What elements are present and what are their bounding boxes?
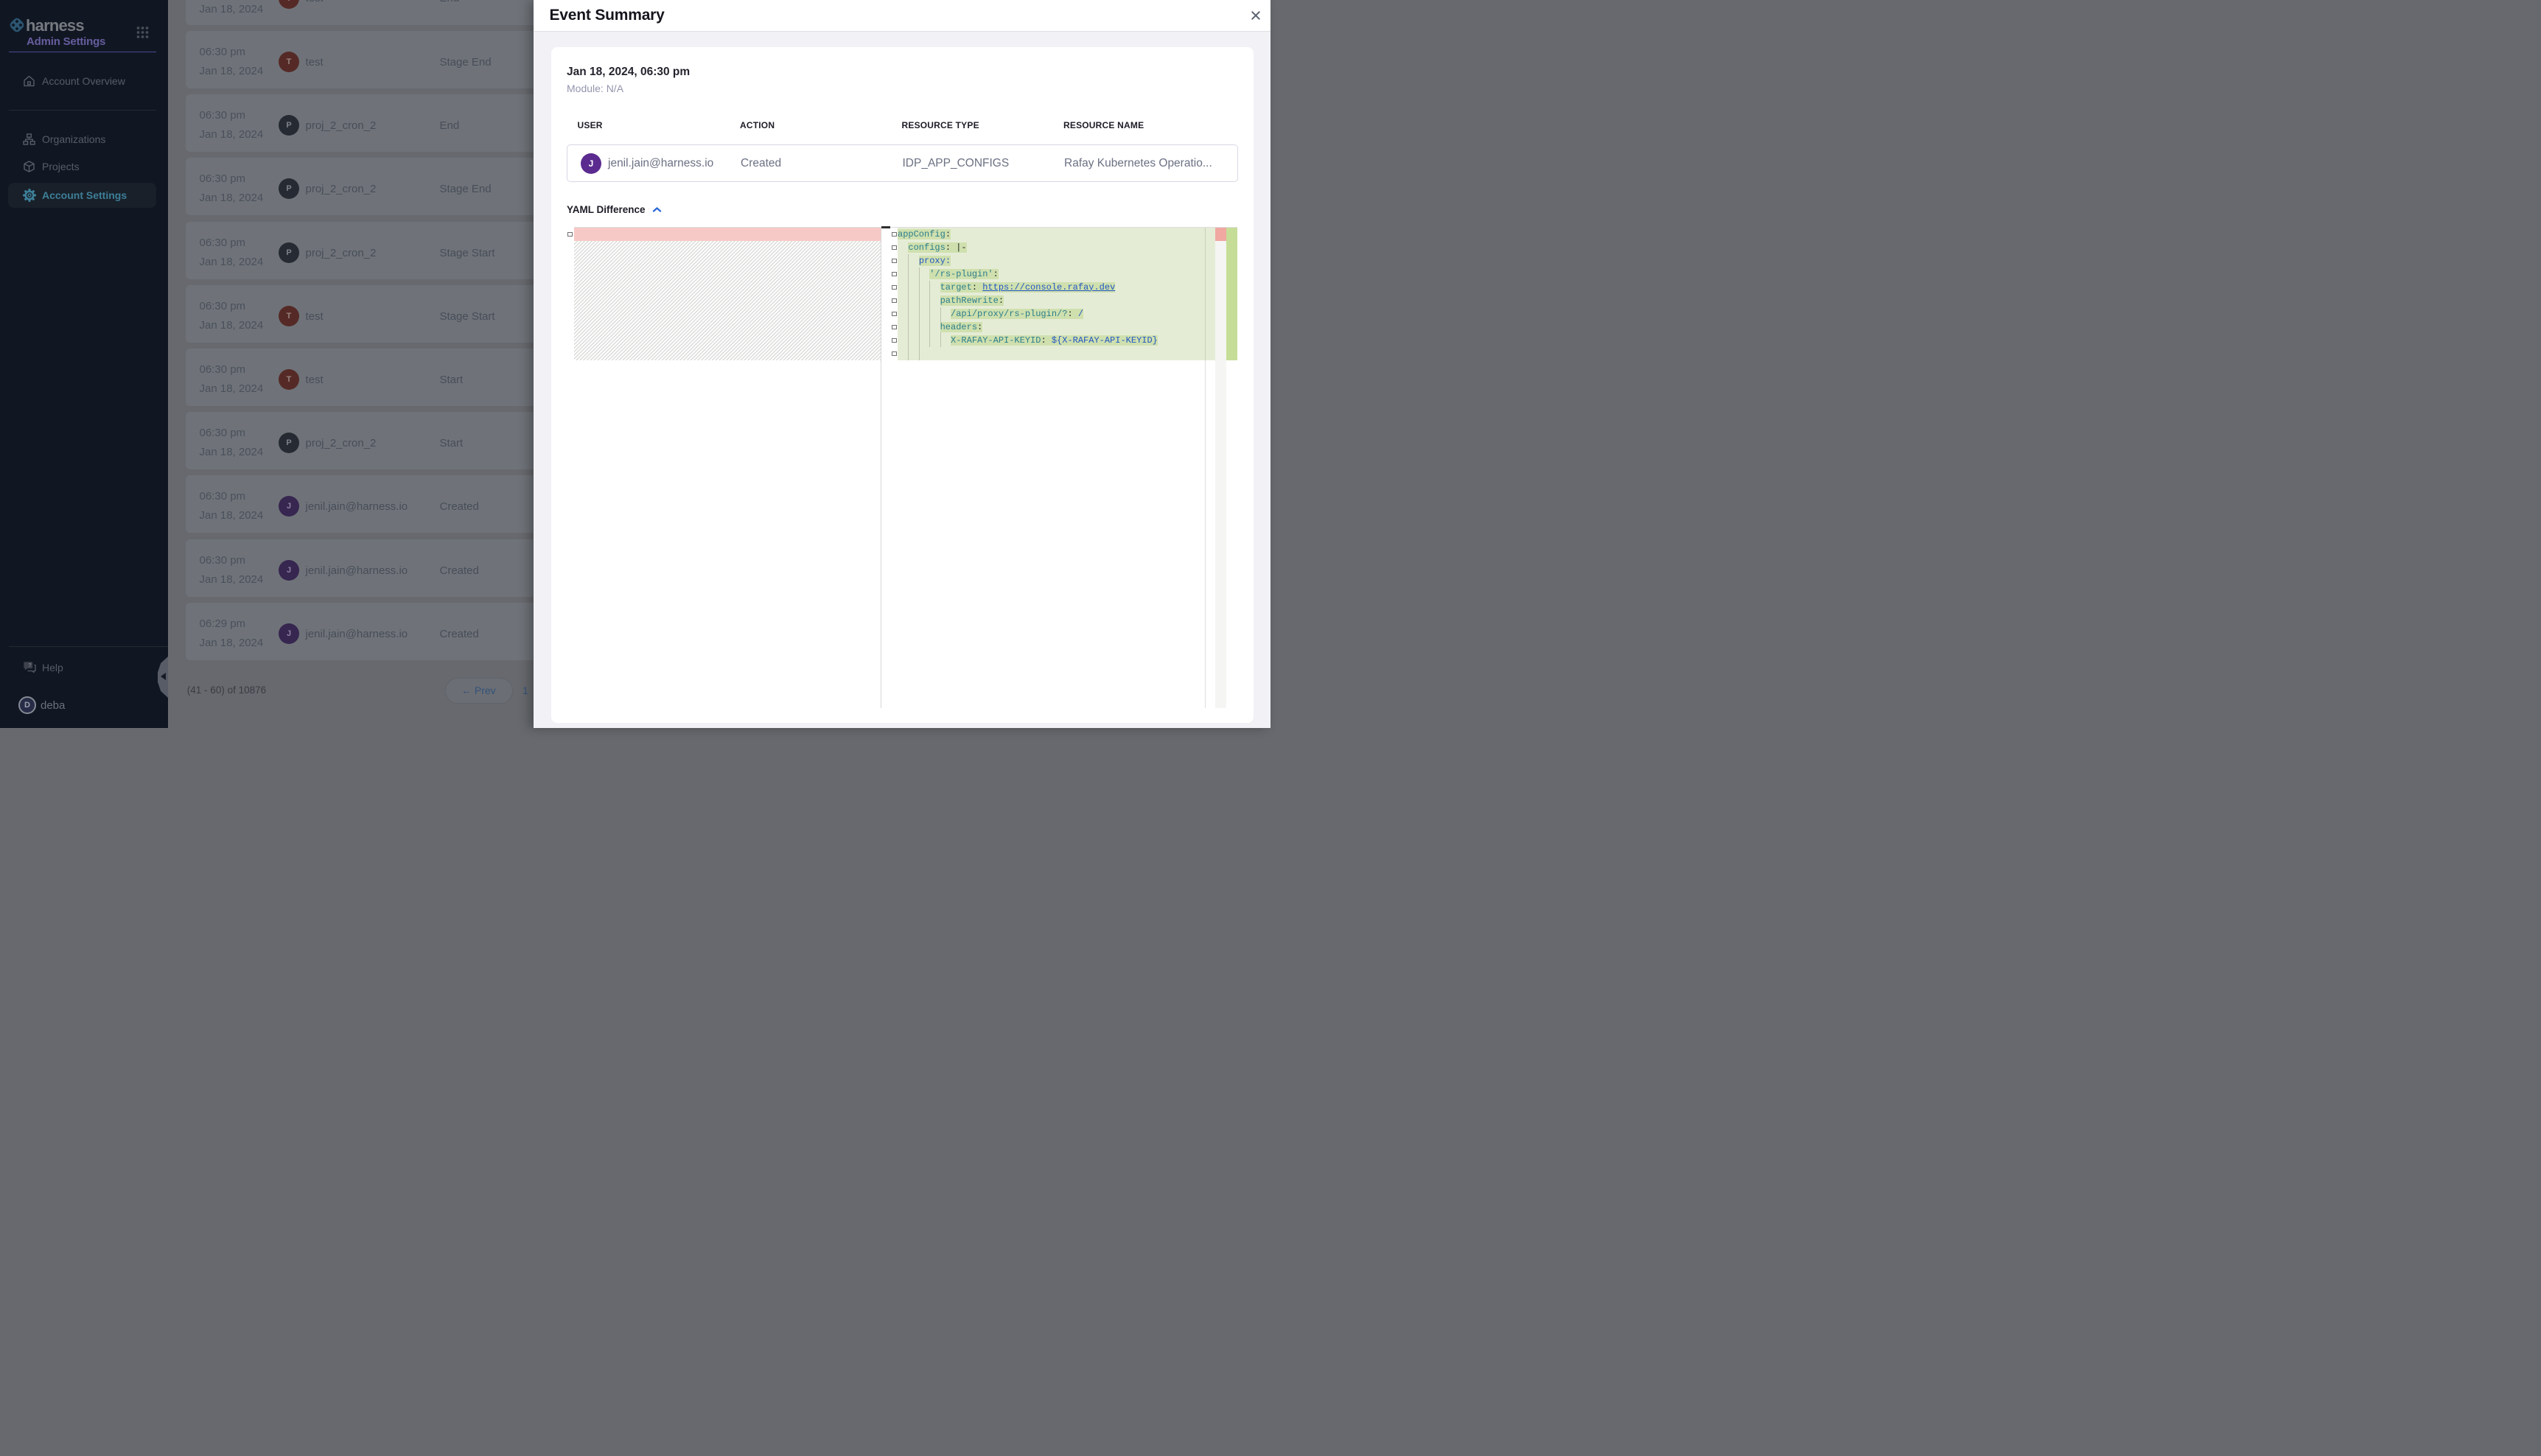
svg-text:?: ? [28,662,32,668]
